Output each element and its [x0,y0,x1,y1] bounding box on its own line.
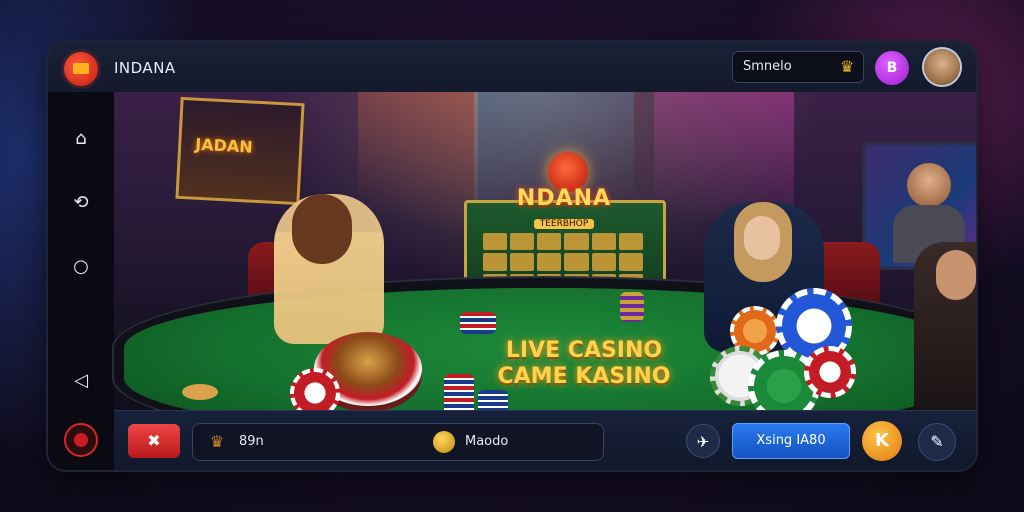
search-value: Smnelo [743,59,792,74]
slot-grid [483,233,643,291]
record-icon[interactable] [64,423,98,457]
chip-stack [460,312,496,334]
casino-scene: JADAN NDANA TEERBHOP LIVE CASINO CAME KA… [114,92,976,438]
headline: LIVE CASINO CAME KASINO [464,338,704,390]
poster-text: JADAN [194,134,254,157]
avatar[interactable] [924,49,960,85]
headline-line1: LIVE CASINO [505,338,663,363]
coin-icon [433,431,455,453]
app-logo[interactable] [64,52,98,86]
app-window: INDANA Smnelo ♛ B ⌂ ⟲ ○ ◁ JADAN NDANA TE… [48,42,976,470]
primary-action-button[interactable]: Xsing IA80 [732,423,850,459]
back-icon[interactable]: ◁ [70,370,92,392]
sidebar: ⌂ ⟲ ○ ◁ [48,92,115,470]
player-right [914,242,976,410]
wall-poster: JADAN [175,96,305,206]
home-icon[interactable]: ⌂ [70,128,92,150]
chip-stack [620,292,644,322]
stat-value-1: 89n [239,434,264,449]
refresh-icon[interactable]: ⟲ [70,192,92,214]
sign-subtitle: TEERBHOP [533,219,595,229]
player-left [274,194,384,344]
crown-icon: ♛ [209,432,225,451]
close-button[interactable]: ✖ [128,424,180,458]
app-title: INDANA [114,59,176,77]
info-panel: ♛ 89n Maodo [192,423,604,461]
circle-icon[interactable]: ○ [70,256,92,278]
top-bar: INDANA Smnelo ♛ B [48,42,976,93]
trophy-icon: ♛ [839,57,855,76]
headline-line2: CAME KASINO [497,364,671,389]
gold-action-button[interactable]: K [862,421,902,461]
poker-chip [182,384,218,400]
brand-sign: NDANA TEERBHOP [500,186,628,230]
edit-button[interactable]: ✎ [918,423,956,461]
search-field[interactable]: Smnelo ♛ [732,51,864,83]
stat-value-2: Maodo [465,434,509,449]
poker-chip [804,346,856,398]
bottom-bar: ✖ ♛ 89n Maodo ✈ Xsing IA80 K ✎ [114,410,976,470]
streamer-head [907,163,951,207]
badge-button[interactable]: B [875,51,909,85]
sign-title: NDANA [516,186,612,211]
pin-button[interactable]: ✈ [686,424,720,458]
